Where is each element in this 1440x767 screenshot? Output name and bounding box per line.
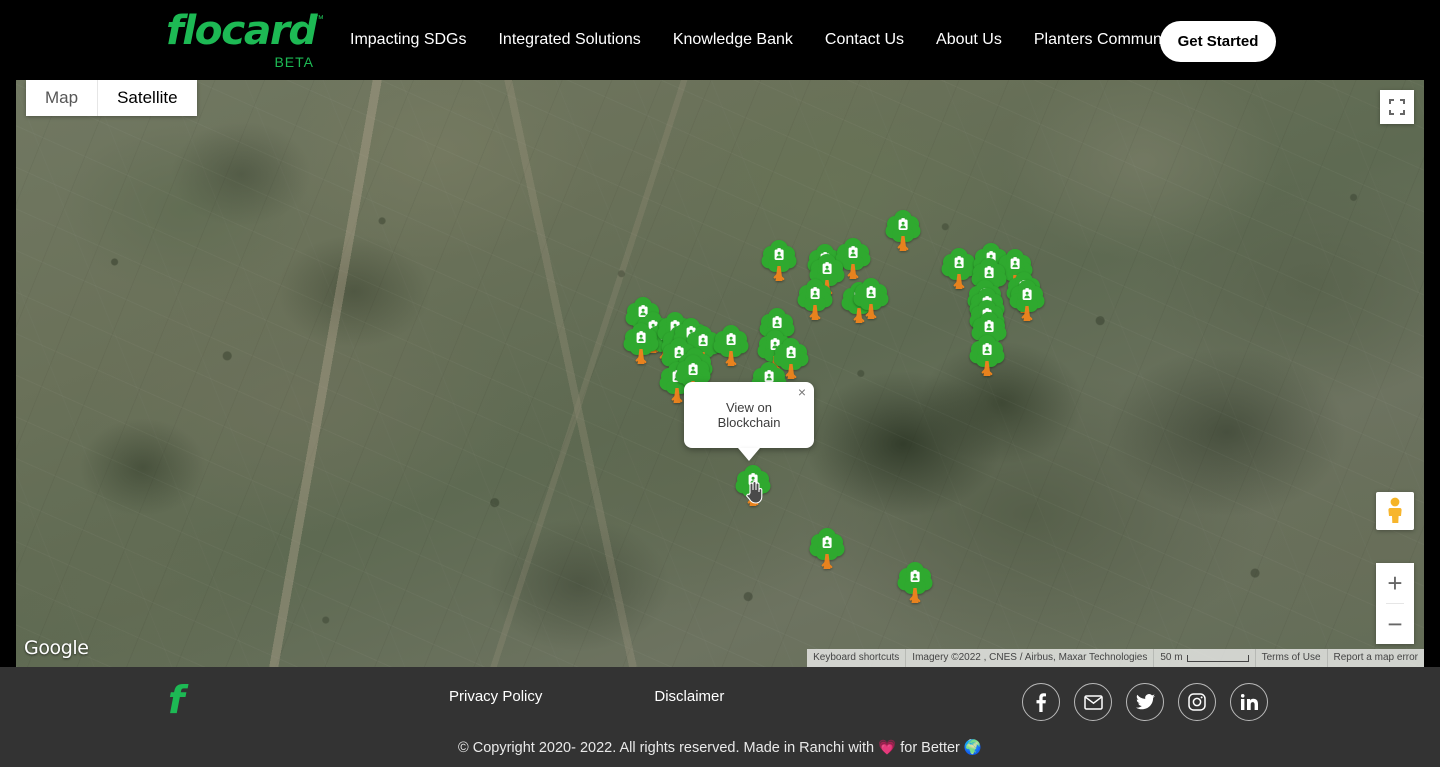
map-scale: 50 m [1153,649,1254,667]
tree-marker[interactable] [968,335,1006,377]
tree-marker[interactable] [1008,280,1046,322]
pegman-icon [1388,497,1402,523]
nav-item-about-us[interactable]: About Us [920,0,1018,80]
social-links [1022,683,1268,721]
tree-marker[interactable] [852,278,890,320]
map-info-window: × View on Blockchain [684,382,814,461]
tree-marker[interactable] [734,465,772,507]
tree-marker[interactable] [796,279,834,321]
footer-logo[interactable]: f [168,681,185,719]
footer-link-disclaimer[interactable]: Disclaimer [654,688,724,705]
map-type-map-button[interactable]: Map [26,80,98,116]
keyboard-shortcuts-link[interactable]: Keyboard shortcuts [807,649,905,667]
email-icon [1083,694,1103,710]
info-window-close-button[interactable]: × [794,384,810,400]
tree-marker[interactable] [622,323,660,365]
google-logo[interactable]: Google [24,637,89,659]
satellite-imagery-tree-specks [16,80,1424,667]
facebook-icon [1036,692,1046,712]
tree-marker[interactable] [712,325,750,367]
google-map[interactable]: Map Satellite + − Google Keyboard shortc… [16,80,1424,667]
map-scale-label: 50 m [1160,652,1183,663]
zoom-control: + − [1376,563,1414,644]
map-type-control: Map Satellite [26,80,197,116]
nav-item-impacting-sdgs[interactable]: Impacting SDGs [350,0,482,80]
brand-beta-label: BETA [274,54,314,70]
info-window-tail [738,448,760,461]
copyright-text: © Copyright 2020- 2022. All rights reser… [458,740,982,756]
fullscreen-button[interactable] [1380,90,1414,124]
twitter-icon [1135,694,1155,710]
main-navigation: Impacting SDGs Integrated Solutions Know… [350,0,1194,80]
tree-marker[interactable] [884,210,922,252]
site-footer: f Privacy Policy Disclaimer © Copyright … [0,667,1440,767]
imagery-attribution: Imagery ©2022 , CNES / Airbus, Maxar Tec… [905,649,1153,667]
tree-marker[interactable] [896,562,934,604]
terms-of-use-link[interactable]: Terms of Use [1254,649,1327,667]
map-scale-bar [1186,654,1249,662]
instagram-icon [1188,693,1206,711]
brand-logo[interactable]: flocard ™ BETA [166,10,326,72]
social-link-linkedin[interactable] [1230,683,1268,721]
nav-item-integrated-solutions[interactable]: Integrated Solutions [482,0,656,80]
tree-marker[interactable] [808,528,846,570]
footer-link-privacy-policy[interactable]: Privacy Policy [449,688,542,705]
footer-links: Privacy Policy Disclaimer [449,688,724,705]
map-section: Map Satellite + − Google Keyboard shortc… [0,80,1440,667]
social-link-twitter[interactable] [1126,683,1164,721]
nav-item-contact-us[interactable]: Contact Us [809,0,920,80]
info-window-body: × View on Blockchain [684,382,814,448]
social-link-facebook[interactable] [1022,683,1060,721]
social-link-email[interactable] [1074,683,1112,721]
site-header: flocard ™ BETA Impacting SDGs Integrated… [0,0,1440,80]
get-started-button[interactable]: Get Started [1160,21,1276,62]
report-map-error-link[interactable]: Report a map error [1326,649,1424,667]
zoom-in-button[interactable]: + [1376,563,1414,603]
linkedin-icon [1240,694,1258,710]
view-on-blockchain-link[interactable]: View on Blockchain [696,400,802,430]
nav-item-knowledge-bank[interactable]: Knowledge Bank [657,0,809,80]
street-view-pegman-button[interactable] [1376,492,1414,530]
fullscreen-icon [1389,99,1405,115]
map-attribution-bar: Keyboard shortcuts Imagery ©2022 , CNES … [807,649,1424,667]
social-link-instagram[interactable] [1178,683,1216,721]
zoom-out-button[interactable]: − [1376,604,1414,644]
trademark-icon: ™ [314,14,324,25]
tree-marker[interactable] [760,240,798,282]
brand-logo-text: flocard [166,8,318,54]
map-type-satellite-button[interactable]: Satellite [97,80,197,116]
